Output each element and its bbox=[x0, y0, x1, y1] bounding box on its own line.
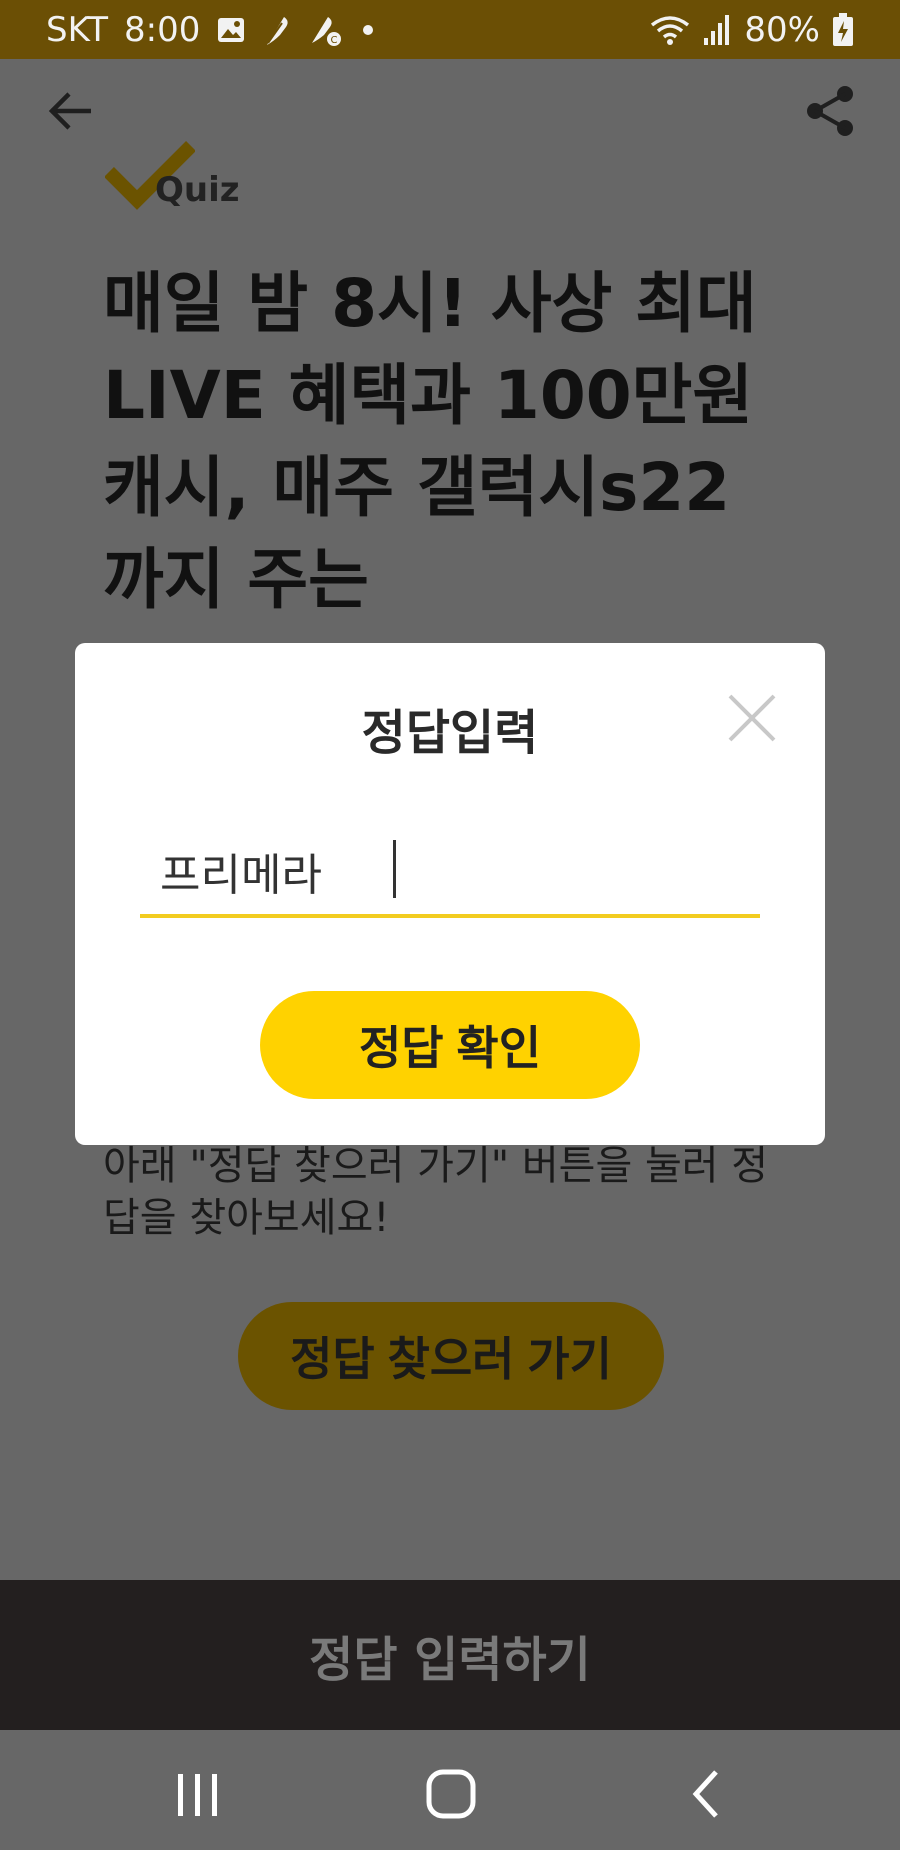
recent-apps-icon bbox=[178, 1774, 217, 1816]
dialog-title: 정답입력 bbox=[361, 705, 539, 761]
clock: 8:00 bbox=[124, 9, 201, 50]
quiz-description: 아래 "정답 찾으러 가기" 버튼을 눌러 정답을 찾아보세요! bbox=[103, 1143, 769, 1241]
dialog-close-button[interactable] bbox=[727, 693, 777, 743]
recent-apps-button[interactable] bbox=[168, 1770, 228, 1820]
share-button[interactable] bbox=[800, 81, 860, 141]
answer-input[interactable] bbox=[160, 836, 740, 906]
signal-icon bbox=[702, 14, 732, 46]
back-button[interactable] bbox=[40, 81, 100, 141]
answer-field-wrapper bbox=[140, 828, 760, 918]
text-caret bbox=[393, 840, 396, 898]
confirm-answer-button[interactable]: 정답 확인 bbox=[260, 991, 640, 1099]
battery-charging-icon bbox=[832, 12, 854, 47]
close-icon bbox=[728, 694, 776, 742]
image-icon bbox=[216, 16, 246, 44]
home-icon bbox=[426, 1769, 476, 1819]
logo-text: Quiz bbox=[155, 170, 240, 210]
find-answer-button[interactable]: 정답 찾으러 가기 bbox=[238, 1302, 664, 1410]
system-back-button[interactable] bbox=[680, 1766, 740, 1822]
svg-text:C: C bbox=[331, 35, 338, 46]
status-bar: SKT 8:00 C 80% bbox=[0, 0, 900, 59]
chevron-left-icon bbox=[692, 1770, 718, 1818]
back-arrow-icon bbox=[48, 92, 91, 130]
system-nav-bar bbox=[0, 1730, 900, 1850]
quiz-logo: Quiz bbox=[105, 140, 245, 220]
share-icon bbox=[807, 86, 853, 136]
battery-percent: 80% bbox=[744, 9, 820, 50]
carrier-label: SKT bbox=[46, 9, 109, 50]
home-button[interactable] bbox=[425, 1768, 477, 1820]
quiz-title: 매일 밤 8시! 사상 최대 LIVE 혜택과 100만원 캐시, 매주 갤럭시… bbox=[103, 265, 757, 618]
enter-answer-bar[interactable]: 정답 입력하기 bbox=[0, 1580, 900, 1730]
feather-icon bbox=[262, 13, 292, 47]
answer-dialog: 정답입력 정답 확인 bbox=[75, 643, 825, 1145]
feather-c-icon: C bbox=[308, 13, 342, 47]
screen: SKT 8:00 C 80% Quiz 매일 밤 8시! 사상 최대 LIVE … bbox=[0, 0, 900, 1850]
dot-icon bbox=[358, 20, 378, 40]
wifi-icon bbox=[650, 13, 690, 47]
